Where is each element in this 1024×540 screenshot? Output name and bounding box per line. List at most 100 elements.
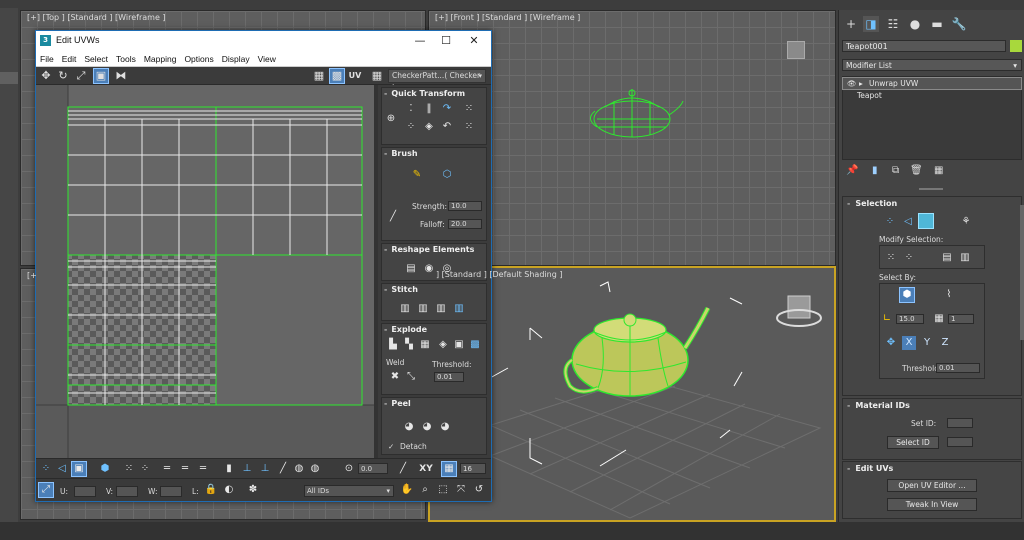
pin-stack-icon[interactable]: 📌 xyxy=(846,165,858,176)
open-uv-editor-button[interactable]: Open UV Editor ... xyxy=(887,479,977,492)
brush-size-icon[interactable]: ╱ xyxy=(386,210,400,224)
angle-spinner[interactable]: 15.0 xyxy=(896,314,924,324)
stitch-to-target-icon[interactable]: ▥ xyxy=(398,302,412,316)
count-spinner[interactable]: 1 xyxy=(948,314,974,324)
hierarchy-tab-icon[interactable]: ☷ xyxy=(885,16,901,32)
element-select-icon[interactable]: ⬢ xyxy=(98,462,112,476)
make-unique-icon[interactable]: ⧉ xyxy=(892,165,899,176)
utilities-tab-icon[interactable]: 🔧 xyxy=(951,16,967,32)
loop-icon[interactable]: ═ xyxy=(160,462,174,476)
rotate-neg-90-icon[interactable]: ↶ xyxy=(440,120,454,134)
menu-mapping[interactable]: Mapping xyxy=(140,51,181,67)
align-vertical-icon[interactable]: ‖ xyxy=(422,102,436,116)
material-ids-header[interactable]: Material IDs xyxy=(843,399,1021,412)
break-icon[interactable]: ▙ xyxy=(386,338,400,352)
rotate-icon[interactable]: ↻ xyxy=(56,69,70,83)
hide-icon[interactable]: ◐ xyxy=(222,483,236,497)
ring-icon[interactable]: ═ xyxy=(178,462,192,476)
scale-icon[interactable]: ⤢ xyxy=(74,69,88,83)
select-id-button[interactable]: Select ID xyxy=(887,436,939,449)
detach-checkbox[interactable]: ✓ xyxy=(388,442,394,451)
space-horizontal-icon[interactable]: ⁙ xyxy=(462,102,476,116)
select-by-element-icon[interactable]: ⬢ xyxy=(899,287,915,303)
u-field[interactable] xyxy=(74,486,96,497)
viewcube-icon[interactable] xyxy=(787,41,805,59)
threshold-spinner[interactable]: 0.01 xyxy=(434,372,464,382)
create-tab-icon[interactable]: + xyxy=(843,16,859,32)
pan-icon[interactable]: ✋ xyxy=(400,483,414,497)
weld-threshold-icon[interactable]: ╱ xyxy=(396,462,410,476)
menu-display[interactable]: Display xyxy=(218,51,254,67)
object-color-swatch[interactable] xyxy=(1010,40,1022,52)
edit-uvs-header[interactable]: Edit UVs xyxy=(843,462,1021,475)
explode-header[interactable]: Explode xyxy=(382,324,486,336)
flatten-by-material-icon[interactable]: ▦ xyxy=(418,338,432,352)
selection-rollout-header[interactable]: Selection xyxy=(843,197,1021,210)
vertex-mode-icon[interactable]: ⁘ xyxy=(883,215,897,229)
mirror-x-icon[interactable]: X xyxy=(902,336,916,350)
stitch-custom-icon[interactable]: ▥ xyxy=(452,302,466,316)
planar-angle-icon[interactable]: ∟ xyxy=(880,312,894,326)
vertex-select-icon[interactable]: ⁘ xyxy=(39,462,53,476)
flatten-by-polygon-icon[interactable]: ◈ xyxy=(436,338,450,352)
soft-select-falloff-icon[interactable]: ◍ xyxy=(308,462,322,476)
grid-snap-icon[interactable]: ▦ xyxy=(441,461,457,477)
absolute-mode-icon[interactable]: ⤢ xyxy=(38,482,54,498)
loop-uv-icon[interactable]: ═ xyxy=(196,462,210,476)
left-strip-tab[interactable] xyxy=(0,72,18,84)
object-name-field[interactable]: Teapot001 xyxy=(842,40,1006,52)
brush-header[interactable]: Brush xyxy=(382,148,486,160)
quick-transform-header[interactable]: Quick Transform xyxy=(382,88,486,100)
align-left-icon[interactable]: ⁘ xyxy=(404,120,418,134)
rotate-angle-icon[interactable]: ⊙ xyxy=(342,462,356,476)
menu-view[interactable]: View xyxy=(254,51,280,67)
configure-sets-icon[interactable]: ▦ xyxy=(934,165,943,176)
move-icon[interactable]: ✥ xyxy=(39,69,53,83)
edge-mode-icon[interactable]: ◁ xyxy=(901,215,915,229)
viewport-left-label[interactable]: [+ xyxy=(27,271,37,280)
checker-pattern-dropdown[interactable]: CheckerPatt...( Checker ) ▾ xyxy=(388,69,486,92)
command-panel-scrollbar[interactable] xyxy=(1020,205,1024,340)
quick-peel-icon[interactable]: ◕ xyxy=(402,420,416,434)
minimize-button[interactable]: — xyxy=(408,33,432,49)
v-field[interactable] xyxy=(116,486,138,497)
brush-icon[interactable]: ╱ xyxy=(276,462,290,476)
weld-selected-icon[interactable]: ✖ xyxy=(388,370,402,384)
show-map-icon[interactable]: ▦ xyxy=(312,69,326,83)
zoom-icon[interactable]: ⌕ xyxy=(418,483,432,497)
modifier-stack[interactable]: 👁 ▸ Unwrap UVW Teapot xyxy=(842,76,1022,160)
rotate-angle-field[interactable]: 0.0 xyxy=(358,463,388,474)
relax-icon[interactable]: ◉ xyxy=(422,262,436,276)
soft-select-icon[interactable]: ◍ xyxy=(292,462,306,476)
edit-uvws-titlebar[interactable]: 3 Edit UVWs — ☐ ✕ xyxy=(36,31,491,51)
modify-tab-icon[interactable]: ◨ xyxy=(863,16,879,32)
freeform-icon[interactable]: ▣ xyxy=(93,68,109,84)
uv-space-icon[interactable]: ▩ xyxy=(329,68,345,84)
xy-label[interactable]: XY xyxy=(416,462,436,476)
remove-modifier-icon[interactable]: 🗑 xyxy=(910,165,923,176)
shrink-selection-icon[interactable]: ⁘ xyxy=(902,251,916,265)
w-field[interactable] xyxy=(160,486,182,497)
ids-dropdown[interactable]: All IDs ▾ xyxy=(304,485,394,497)
paint-move-icon[interactable]: ✎ xyxy=(410,168,424,182)
pivot-icon[interactable]: ⊕ xyxy=(384,112,398,126)
edge-select-icon[interactable]: ◁ xyxy=(55,462,69,476)
tweak-in-view-button[interactable]: Tweak In View xyxy=(887,498,977,511)
explode-settings-icon[interactable]: ▩ xyxy=(468,338,482,352)
edge-loop-icon[interactable]: ⊥ xyxy=(258,462,272,476)
peel-header[interactable]: Peel xyxy=(382,398,486,410)
toggle-bitmap-icon[interactable]: ↺ xyxy=(472,483,486,497)
paint-select-icon[interactable]: ▮ xyxy=(222,462,236,476)
strength-spinner[interactable]: 10.0 xyxy=(448,201,482,211)
motion-tab-icon[interactable]: ● xyxy=(907,16,923,32)
weld-target-icon[interactable]: ⤡ xyxy=(404,370,418,384)
rotate-90-icon[interactable]: ↷ xyxy=(440,102,454,116)
menu-edit[interactable]: Edit xyxy=(58,51,81,67)
loop-selection-icon[interactable]: ▤ xyxy=(940,251,954,265)
modifier-list-dropdown[interactable]: Modifier List ▾ xyxy=(842,59,1022,71)
uv-label[interactable]: UV xyxy=(348,69,362,83)
menu-options[interactable]: Options xyxy=(180,51,217,67)
shrink-icon[interactable]: ⁘ xyxy=(138,462,152,476)
zoom-extents-icon[interactable]: ⤧ xyxy=(454,483,468,497)
set-id-spinner[interactable] xyxy=(947,418,973,428)
